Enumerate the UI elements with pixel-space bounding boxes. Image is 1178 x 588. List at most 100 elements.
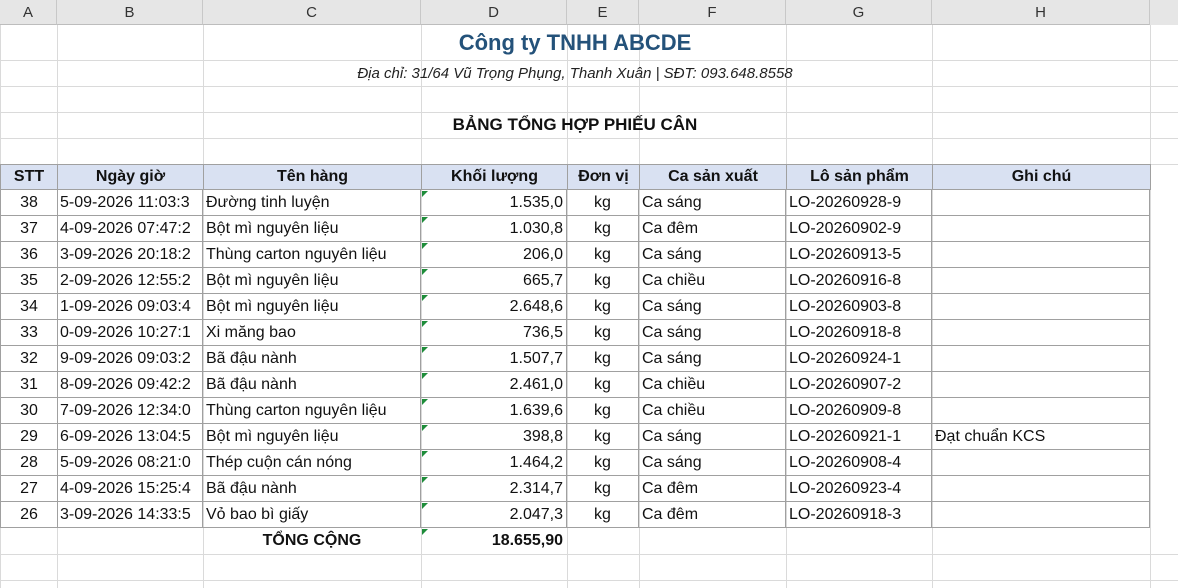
cell-note[interactable]	[932, 476, 1150, 502]
cell-item-name[interactable]: Đường tinh luyện	[203, 190, 421, 216]
table-header-unit[interactable]: Đơn vị	[567, 164, 640, 190]
cell-item-name[interactable]: Bột mì nguyên liệu	[203, 268, 421, 294]
cell-shift[interactable]: Ca sáng	[639, 242, 786, 268]
cell-shift[interactable]: Ca chiều	[639, 372, 786, 398]
cell-shift[interactable]: Ca sáng	[639, 190, 786, 216]
cell-unit[interactable]: kg	[567, 476, 639, 502]
cell-item-name[interactable]: Bã đậu nành	[203, 346, 421, 372]
cell-unit[interactable]: kg	[567, 398, 639, 424]
cell-datetime[interactable]: 7-09-2026 12:34:0	[57, 398, 203, 424]
cell-note[interactable]	[932, 346, 1150, 372]
cell-item-name[interactable]: Thép cuộn cán nóng	[203, 450, 421, 476]
cell-datetime[interactable]: 9-09-2026 09:03:2	[57, 346, 203, 372]
cell-shift[interactable]: Ca sáng	[639, 424, 786, 450]
cell-item-name[interactable]: Bã đậu nành	[203, 476, 421, 502]
cell-note[interactable]	[932, 502, 1150, 528]
total-label[interactable]: TỔNG CỘNG	[203, 528, 421, 554]
cell-lot[interactable]: LO-20260908-4	[786, 450, 932, 476]
cell-weight[interactable]: 1.030,8	[421, 216, 567, 242]
cell-unit[interactable]: kg	[567, 242, 639, 268]
cell-unit[interactable]: kg	[567, 294, 639, 320]
cell-lot[interactable]: LO-20260902-9	[786, 216, 932, 242]
cell-note[interactable]	[932, 216, 1150, 242]
cell-unit[interactable]: kg	[567, 346, 639, 372]
cell-datetime[interactable]: 6-09-2026 13:04:5	[57, 424, 203, 450]
column-header-a[interactable]: A	[0, 0, 57, 25]
cell-unit[interactable]: kg	[567, 502, 639, 528]
cell-weight[interactable]: 1.535,0	[421, 190, 567, 216]
column-header-h[interactable]: H	[932, 0, 1150, 25]
cell-datetime[interactable]: 3-09-2026 20:18:2	[57, 242, 203, 268]
cell-weight[interactable]: 1.464,2	[421, 450, 567, 476]
cell-lot[interactable]: LO-20260918-8	[786, 320, 932, 346]
cell-shift[interactable]: Ca chiều	[639, 268, 786, 294]
cell-stt[interactable]: 34	[0, 294, 58, 320]
column-header-g[interactable]: G	[786, 0, 932, 25]
table-header-stt[interactable]: STT	[0, 164, 58, 190]
cell-item-name[interactable]: Bã đậu nành	[203, 372, 421, 398]
cell-note[interactable]	[932, 450, 1150, 476]
cell-shift[interactable]: Ca sáng	[639, 320, 786, 346]
cell-unit[interactable]: kg	[567, 372, 639, 398]
column-header-d[interactable]: D	[421, 0, 567, 25]
table-header-shift[interactable]: Ca sản xuất	[639, 164, 787, 190]
cell-lot[interactable]: LO-20260918-3	[786, 502, 932, 528]
cell-note[interactable]	[932, 320, 1150, 346]
cell-datetime[interactable]: 5-09-2026 08:21:0	[57, 450, 203, 476]
cell-stt[interactable]: 28	[0, 450, 58, 476]
cell-note[interactable]: Đạt chuẩn KCS	[932, 424, 1150, 450]
cell-lot[interactable]: LO-20260913-5	[786, 242, 932, 268]
cell-weight[interactable]: 736,5	[421, 320, 567, 346]
cell-weight[interactable]: 2.314,7	[421, 476, 567, 502]
cell-stt[interactable]: 30	[0, 398, 58, 424]
cell-weight[interactable]: 2.648,6	[421, 294, 567, 320]
cell-lot[interactable]: LO-20260909-8	[786, 398, 932, 424]
cell-note[interactable]	[932, 190, 1150, 216]
cell-lot[interactable]: LO-20260903-8	[786, 294, 932, 320]
table-header-note[interactable]: Ghi chú	[932, 164, 1151, 190]
column-header-f[interactable]: F	[639, 0, 786, 25]
cell-lot[interactable]: LO-20260921-1	[786, 424, 932, 450]
cell-unit[interactable]: kg	[567, 450, 639, 476]
cell-item-name[interactable]: Bột mì nguyên liệu	[203, 216, 421, 242]
column-header-e[interactable]: E	[567, 0, 639, 25]
cell-stt[interactable]: 32	[0, 346, 58, 372]
cell-datetime[interactable]: 0-09-2026 10:27:1	[57, 320, 203, 346]
cell-datetime[interactable]: 5-09-2026 11:03:3	[57, 190, 203, 216]
table-header-lot[interactable]: Lô sản phẩm	[786, 164, 933, 190]
cell-stt[interactable]: 29	[0, 424, 58, 450]
cell-lot[interactable]: LO-20260907-2	[786, 372, 932, 398]
cell-weight[interactable]: 398,8	[421, 424, 567, 450]
table-header-item-name[interactable]: Tên hàng	[203, 164, 422, 190]
cell-unit[interactable]: kg	[567, 190, 639, 216]
cell-datetime[interactable]: 4-09-2026 15:25:4	[57, 476, 203, 502]
cell-weight[interactable]: 2.461,0	[421, 372, 567, 398]
cell-stt[interactable]: 38	[0, 190, 58, 216]
column-header-c[interactable]: C	[203, 0, 421, 25]
cell-datetime[interactable]: 4-09-2026 07:47:2	[57, 216, 203, 242]
cell-item-name[interactable]: Thùng carton nguyên liệu	[203, 242, 421, 268]
cell-shift[interactable]: Ca sáng	[639, 294, 786, 320]
table-header-datetime[interactable]: Ngày giờ	[57, 164, 204, 190]
cell-datetime[interactable]: 1-09-2026 09:03:4	[57, 294, 203, 320]
cell-datetime[interactable]: 8-09-2026 09:42:2	[57, 372, 203, 398]
cell-unit[interactable]: kg	[567, 424, 639, 450]
cell-shift[interactable]: Ca chiều	[639, 398, 786, 424]
cell-note[interactable]	[932, 294, 1150, 320]
cell-note[interactable]	[932, 268, 1150, 294]
total-value[interactable]: 18.655,90	[421, 528, 567, 554]
cell-stt[interactable]: 31	[0, 372, 58, 398]
cell-shift[interactable]: Ca đêm	[639, 476, 786, 502]
cell-shift[interactable]: Ca đêm	[639, 216, 786, 242]
cell-stt[interactable]: 37	[0, 216, 58, 242]
company-address[interactable]: Địa chỉ: 31/64 Vũ Trọng Phụng, Thanh Xuâ…	[0, 61, 1150, 85]
cell-weight[interactable]: 206,0	[421, 242, 567, 268]
cell-unit[interactable]: kg	[567, 268, 639, 294]
cell-item-name[interactable]: Xi măng bao	[203, 320, 421, 346]
cell-lot[interactable]: LO-20260924-1	[786, 346, 932, 372]
cell-stt[interactable]: 26	[0, 502, 58, 528]
company-name[interactable]: Công ty TNHH ABCDE	[0, 27, 1150, 59]
cell-note[interactable]	[932, 242, 1150, 268]
cell-weight[interactable]: 665,7	[421, 268, 567, 294]
table-header-weight[interactable]: Khối lượng	[421, 164, 568, 190]
